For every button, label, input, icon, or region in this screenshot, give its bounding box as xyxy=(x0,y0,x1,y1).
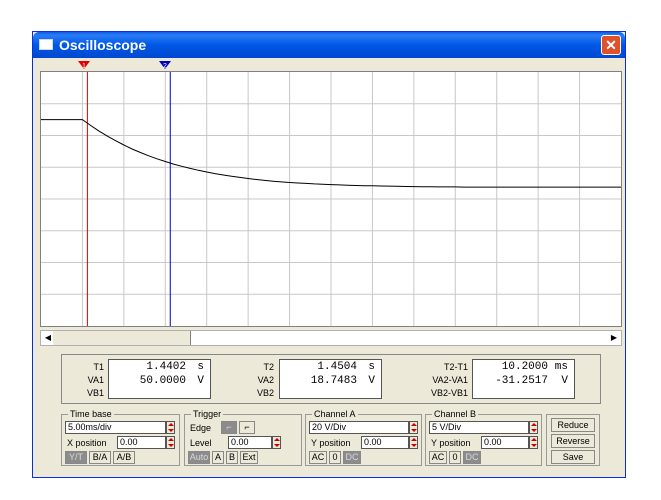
channel-b-ypos-field[interactable]: 0.00 xyxy=(481,436,529,449)
x-position-field[interactable]: 0.00 xyxy=(117,436,166,449)
t2-value-box: 1.4504 s 18.7483 V xyxy=(279,359,382,399)
waveform-plot xyxy=(41,72,621,326)
channel-a-label: Channel A xyxy=(312,408,358,420)
channel-a-ac-button[interactable]: AC xyxy=(309,451,327,464)
reverse-button[interactable]: Reverse xyxy=(551,434,595,448)
t2-t1-label: T2-T1 xyxy=(443,362,468,372)
x-position-label: X position xyxy=(67,438,107,448)
channel-b-ypos-spinner[interactable] xyxy=(529,436,538,449)
channel-b-ac-button[interactable]: AC xyxy=(429,451,447,464)
channel-b-scale-field[interactable]: 5 V/Div xyxy=(429,421,529,434)
va1-label: VA1 xyxy=(87,375,104,385)
channel-a-scale-field[interactable]: 20 V/Div xyxy=(309,421,409,434)
channel-a-ypos-label: Y position xyxy=(311,438,351,448)
t1-unit: s xyxy=(197,361,204,373)
t2-unit: s xyxy=(368,361,375,373)
window-icon xyxy=(39,39,53,50)
trigger-ext-button[interactable]: Ext xyxy=(240,451,258,464)
yt-mode-button[interactable]: Y/T xyxy=(65,451,87,464)
va1-unit: V xyxy=(197,375,204,387)
va2-va1-label: VA2-VA1 xyxy=(432,375,468,385)
channel-a-dc-button[interactable]: DC xyxy=(343,451,361,464)
ab-mode-button[interactable]: A/B xyxy=(113,451,135,464)
side-button-group: Reduce Reverse Save xyxy=(546,414,600,466)
channel-b-ypos-label: Y position xyxy=(431,438,471,448)
channel-b-group: Channel B 5 V/Div Y position 0.00 AC 0 D… xyxy=(425,408,542,466)
window-title: Oscilloscope xyxy=(59,37,147,53)
va2-value: 18.7483 xyxy=(310,375,357,387)
channel-a-ypos-field[interactable]: 0.00 xyxy=(361,436,409,449)
cursor2-label: 2 xyxy=(163,63,167,70)
diff-value-box: 10.2000 ms -31.2517 V xyxy=(472,359,575,399)
vb1-label: VB1 xyxy=(86,388,104,398)
vb2-vb1-label: VB2-VB1 xyxy=(430,388,468,398)
channel-a-group: Channel A 20 V/Div Y position 0.00 AC 0 … xyxy=(305,408,422,466)
va2-unit: V xyxy=(368,375,375,387)
cursor2-marker[interactable]: 2 xyxy=(159,61,171,70)
channel-b-scale-spinner[interactable] xyxy=(529,421,538,434)
trigger-a-button[interactable]: A xyxy=(212,451,224,464)
t2-labels: T2 VA2 VB2 xyxy=(234,361,274,400)
va1-value: 50.0000 xyxy=(139,375,186,387)
timebase-group: Time base 5.00ms/div X position 0.00 Y/T… xyxy=(61,408,180,466)
timebase-label: Time base xyxy=(68,408,114,420)
trigger-level-field[interactable]: 0.00 xyxy=(228,436,272,449)
trigger-label: Trigger xyxy=(191,408,224,420)
t2-t1-unit: ms xyxy=(554,361,568,373)
channel-b-label: Channel B xyxy=(432,408,479,420)
channel-a-scale-spinner[interactable] xyxy=(409,421,418,434)
ba-mode-button[interactable]: B/A xyxy=(89,451,111,464)
rising-edge-button[interactable]: ⌐ xyxy=(221,421,237,434)
vb2-label: VB2 xyxy=(256,388,274,398)
trigger-level-spinner[interactable] xyxy=(272,436,281,449)
t1-value-box: 1.4402 s 50.0000 V xyxy=(108,359,211,399)
t2-label: T2 xyxy=(263,362,274,372)
va2-va1-unit: V xyxy=(561,375,568,387)
va2-va1-value: -31.2517 xyxy=(495,375,548,387)
reduce-button[interactable]: Reduce xyxy=(551,418,595,432)
t1-value: 1.4402 xyxy=(146,361,186,373)
trigger-auto-button[interactable]: Auto xyxy=(188,451,210,464)
horizontal-scrollbar[interactable]: ◀ ▶ xyxy=(40,330,622,346)
cursor1-marker[interactable]: 1 xyxy=(78,61,90,70)
trigger-b-button[interactable]: B xyxy=(226,451,238,464)
control-panel: Time base 5.00ms/div X position 0.00 Y/T… xyxy=(61,408,601,471)
t2-value: 1.4504 xyxy=(317,361,357,373)
title-bar[interactable]: Oscilloscope ✕ xyxy=(33,32,625,58)
cursor-readout-panel: T1 VA1 VB1 1.4402 s 50.0000 V T2 VA2 VB2 1… xyxy=(61,354,601,404)
va2-label: VA2 xyxy=(257,375,274,385)
t1-labels: T1 VA1 VB1 xyxy=(64,361,104,400)
channel-a-ypos-spinner[interactable] xyxy=(409,436,418,449)
level-label: Level xyxy=(190,438,212,448)
x-position-spinner[interactable] xyxy=(166,436,175,449)
oscilloscope-window: Oscilloscope ✕ 1 2 ◀ ▶ T1 VA1 VB1 1.4402… xyxy=(32,31,626,478)
channel-a-zero-button[interactable]: 0 xyxy=(329,451,341,464)
scroll-thumb[interactable] xyxy=(53,331,191,345)
edge-label: Edge xyxy=(190,423,212,433)
timebase-scale-spinner[interactable] xyxy=(166,421,175,434)
close-button[interactable]: ✕ xyxy=(601,35,621,55)
scroll-right-button[interactable]: ▶ xyxy=(607,331,621,345)
cursor1-label: 1 xyxy=(82,63,86,70)
channel-b-zero-button[interactable]: 0 xyxy=(449,451,461,464)
timebase-scale-field[interactable]: 5.00ms/div xyxy=(65,421,166,434)
save-button[interactable]: Save xyxy=(551,450,595,464)
oscilloscope-screen[interactable] xyxy=(40,71,622,327)
channel-b-dc-button[interactable]: DC xyxy=(463,451,481,464)
falling-edge-button[interactable]: ⌐ xyxy=(239,421,255,434)
t2-t1-value: 10.2000 xyxy=(501,361,548,373)
trigger-group: Trigger Edge ⌐ ⌐ Level 0.00 Auto A B Ext xyxy=(184,408,302,466)
t1-label: T1 xyxy=(93,362,104,372)
diff-labels: T2-T1 VA2-VA1 VB2-VB1 xyxy=(416,361,468,400)
